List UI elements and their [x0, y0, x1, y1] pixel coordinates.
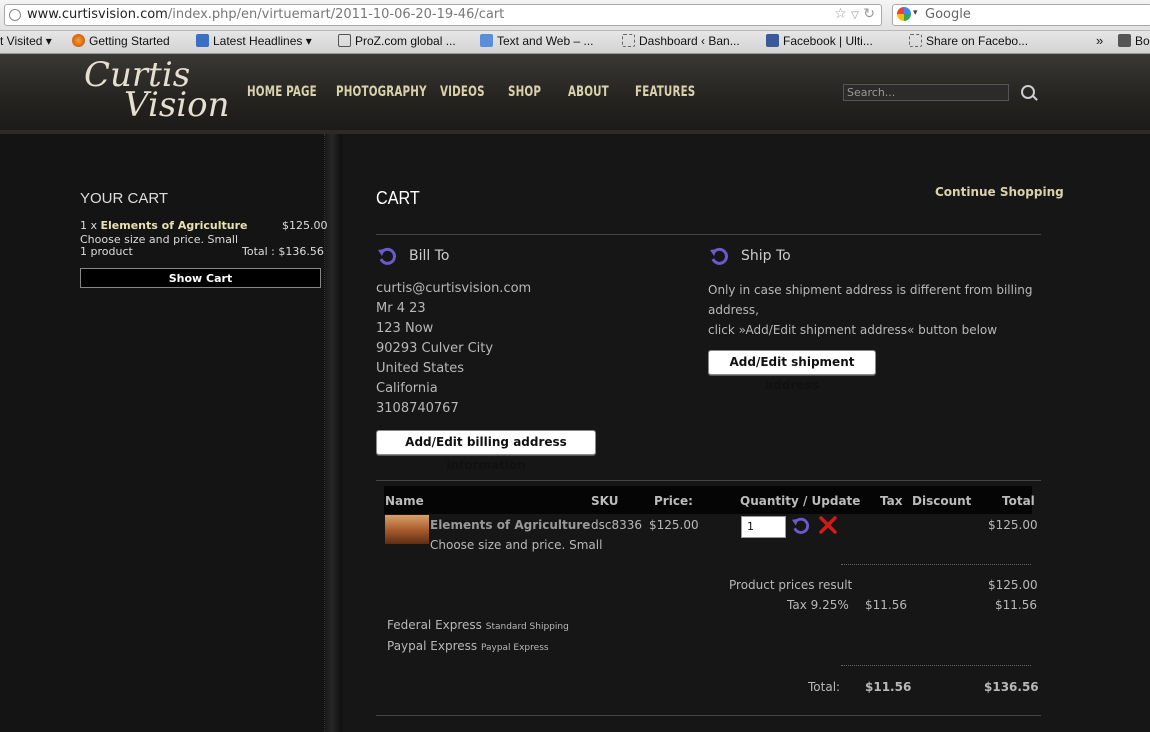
edit-shipment-address-button[interactable]: Add/Edit shipment address: [708, 350, 876, 392]
site-logo[interactable]: Curtis Vision: [84, 58, 230, 122]
update-quantity-icon[interactable]: [791, 516, 810, 535]
site-identity-icon[interactable]: [9, 9, 21, 21]
col-name: Name: [385, 494, 424, 508]
reload-icon[interactable]: ↻: [863, 6, 875, 22]
site-search-input[interactable]: Search...: [843, 84, 1009, 101]
page-icon: [622, 34, 635, 47]
cart-product-count: 1 product: [80, 245, 133, 258]
google-icon[interactable]: [897, 7, 911, 21]
grand-total: $136.56: [984, 680, 1039, 694]
nav-videos[interactable]: VIDEOS: [440, 84, 485, 100]
dropdown-icon[interactable]: ▽: [851, 10, 859, 21]
search-icon[interactable]: [1021, 85, 1035, 99]
browser-toolbar: www.curtisvision.com/index.php/en/virtue…: [0, 0, 1150, 31]
edit-billing-address-button[interactable]: Add/Edit billing address information: [376, 430, 596, 472]
product-thumbnail[interactable]: [385, 515, 429, 544]
divider: [376, 234, 1041, 235]
quantity-input[interactable]: 1: [741, 516, 786, 538]
divider: [376, 480, 1041, 481]
divider: [376, 715, 1041, 716]
bookmark-latest-headlines[interactable]: Latest Headlines ▾: [196, 34, 312, 48]
nav-home-page[interactable]: HOME PAGE: [247, 84, 317, 100]
col-discount: Discount: [912, 494, 972, 508]
facebook-icon: [766, 34, 779, 47]
page-title: CART: [376, 188, 420, 208]
bookmarks-bar: t Visited ▾ Getting Started Latest Headl…: [0, 31, 1150, 54]
bookmark-facebook[interactable]: Facebook | Ulti...: [766, 34, 873, 48]
product-total: $125.00: [988, 518, 1038, 532]
col-sku: SKU: [591, 494, 619, 508]
bookmark-getting-started[interactable]: Getting Started: [72, 34, 170, 48]
billing-city: 90293 Culver City: [376, 341, 494, 356]
billing-street: 123 Now: [376, 321, 434, 336]
shipping-option[interactable]: Paypal Express Paypal Express: [387, 639, 549, 653]
bookmark-most-visited[interactable]: t Visited ▾: [0, 34, 52, 48]
tax-label: Tax 9.25%: [787, 598, 849, 612]
cart-item-link[interactable]: Elements of Agriculture: [101, 219, 248, 232]
url-actions: ☆ ▽ ↻: [834, 6, 875, 22]
col-total: Total: [1002, 494, 1035, 508]
page-icon: [909, 34, 922, 47]
show-cart-button[interactable]: Show Cart: [80, 268, 321, 288]
product-variant: Choose size and price. Small: [430, 538, 603, 552]
col-tax: Tax: [880, 494, 903, 508]
cart-item-price: $125.00: [282, 219, 328, 232]
firefox-icon: [72, 34, 85, 47]
dotted-separator: [841, 564, 1031, 565]
bookmark-star-icon[interactable]: ☆: [834, 6, 847, 22]
product-price: $125.00: [649, 518, 699, 532]
bill-to-heading: Bill To: [409, 248, 450, 264]
ship-to-heading: Ship To: [741, 248, 791, 264]
cart-item-line: 1 x Elements of Agriculture: [80, 219, 248, 232]
continue-shopping-link[interactable]: Continue Shopping: [935, 185, 1064, 199]
billing-country: United States: [376, 361, 465, 376]
url-text: www.curtisvision.com/index.php/en/virtue…: [27, 7, 505, 22]
nav-about[interactable]: ABOUT: [568, 84, 609, 100]
ship-note-line: click »Add/Edit shipment address« button…: [708, 323, 998, 337]
total-label: Total:: [808, 680, 841, 694]
bookmark-overflow[interactable]: Bo: [1118, 34, 1150, 48]
total-tax: $11.56: [865, 680, 912, 694]
cart-total: Total : $136.56: [242, 245, 324, 258]
shipping-option[interactable]: Federal Express Standard Shipping: [387, 618, 569, 632]
rss-icon: [196, 34, 209, 47]
proz-icon: [338, 34, 351, 47]
bookmark-dashboard[interactable]: Dashboard ‹ Ban...: [622, 34, 740, 48]
ship-note-line: address,: [708, 303, 759, 317]
site-header: Curtis Vision HOME PAGE PHOTOGRAPHY VIDEO…: [0, 54, 1150, 134]
tax-amount: $11.56: [865, 598, 907, 612]
nav-shop[interactable]: SHOP: [508, 84, 541, 100]
more-bookmarks-icon[interactable]: »: [1096, 33, 1103, 48]
bill-to-icon: [378, 247, 396, 265]
your-cart-title: YOUR CART: [80, 190, 169, 207]
ship-to-icon: [710, 247, 728, 265]
product-sku: dsc8336: [591, 518, 643, 532]
address-bar[interactable]: www.curtisvision.com/index.php/en/virtue…: [4, 4, 882, 26]
dotted-separator: [841, 665, 1031, 666]
bookmark-share-on-facebook[interactable]: Share on Facebo...: [909, 34, 1028, 48]
product-prices-total: $125.00: [988, 578, 1038, 592]
billing-name: Mr 4 23: [376, 301, 426, 316]
delete-item-icon[interactable]: [818, 515, 838, 535]
billing-phone: 3108740767: [376, 401, 459, 416]
bookmark-folder-icon: [1118, 34, 1131, 47]
nav-photography[interactable]: PHOTOGRAPHY: [336, 84, 427, 100]
browser-search-field[interactable]: ▾ Google: [892, 4, 1150, 26]
tax-total: $11.56: [995, 598, 1037, 612]
product-name-link[interactable]: Elements of Agriculture: [430, 518, 590, 532]
billing-state: California: [376, 381, 438, 396]
product-prices-label: Product prices result: [729, 578, 853, 592]
nav-features[interactable]: FEATURES: [635, 84, 695, 100]
bookmark-proz[interactable]: ProZ.com global ...: [338, 34, 456, 48]
col-price: Price:: [654, 494, 693, 508]
chevron-down-icon[interactable]: ▾: [913, 8, 918, 18]
search-engine-label: Google: [925, 7, 971, 22]
ship-note-line: Only in case shipment address is differe…: [708, 283, 1033, 297]
translate-icon: [480, 34, 493, 47]
bookmark-text-and-web[interactable]: Text and Web – ...: [480, 34, 594, 48]
col-quantity: Quantity / Update: [740, 494, 861, 508]
billing-email: curtis@curtisvision.com: [376, 281, 532, 296]
